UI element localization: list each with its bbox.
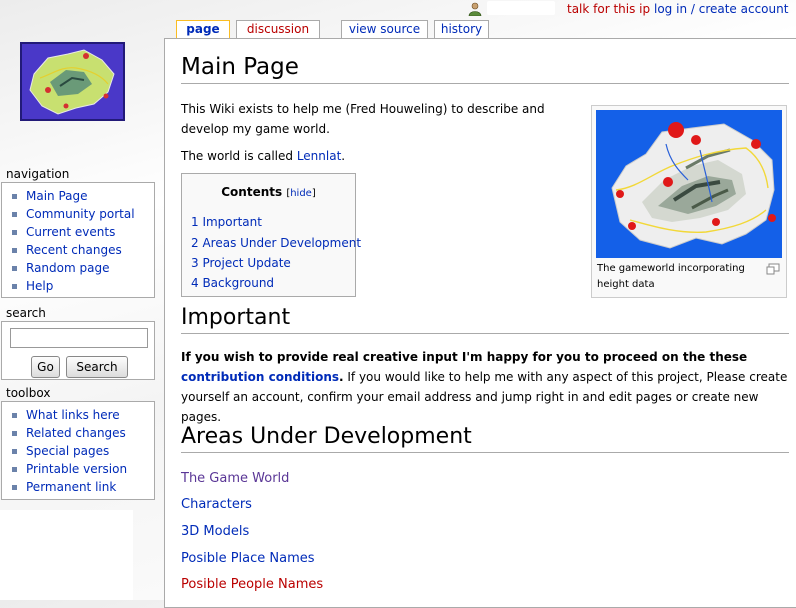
bullet-icon — [12, 485, 17, 490]
lennlat-link[interactable]: Lennlat — [297, 149, 341, 163]
link-posible-people-names[interactable]: Posible People Names — [181, 577, 323, 592]
nav-item-community-portal[interactable]: Community portal — [12, 206, 154, 224]
login-create-account-link[interactable]: log in / create account — [654, 2, 788, 16]
link-the-game-world[interactable]: The Game World — [181, 471, 289, 486]
toolbox-item-permanent-link[interactable]: Permanent link — [12, 479, 154, 497]
sidebar-blank-area — [0, 510, 133, 600]
go-button[interactable]: Go — [31, 356, 60, 378]
nav-link[interactable]: Recent changes — [26, 243, 122, 257]
intro-line-1: This Wiki exists to help me (Fred Houwel… — [181, 102, 545, 116]
bullet-icon — [12, 248, 17, 253]
link-characters[interactable]: Characters — [181, 497, 252, 512]
tab-page[interactable]: page — [176, 20, 230, 40]
tab-page-label[interactable]: page — [186, 22, 219, 36]
world-paragraph: The world is called Lennlat. — [181, 146, 581, 166]
tab-history[interactable]: history — [434, 20, 489, 39]
world-prefix: The world is called — [181, 149, 297, 163]
heading-important: Important — [181, 303, 789, 334]
talk-for-this-ip-link[interactable]: talk for this ip — [567, 2, 650, 16]
bullet-icon — [12, 230, 17, 235]
toolbox-link[interactable]: Permanent link — [26, 480, 116, 494]
intro-paragraph: This Wiki exists to help me (Fred Houwel… — [181, 99, 581, 139]
thumbnail-box: The gameworld incorporating height data — [591, 105, 787, 298]
table-of-contents: Contents [hide] 1 Important 2 Areas Unde… — [181, 173, 361, 297]
bullet-icon — [12, 284, 17, 289]
toc-item-areas-under-development[interactable]: 2 Areas Under Development — [191, 236, 361, 250]
nav-item-current-events[interactable]: Current events — [12, 224, 154, 242]
world-suffix: . — [341, 149, 346, 163]
toc-item-project-update[interactable]: 3 Project Update — [191, 256, 291, 270]
toc-hide-close: ] — [311, 188, 316, 199]
navigation-title: navigation — [6, 167, 70, 181]
tab-history-label[interactable]: history — [441, 22, 482, 36]
toc-item-background[interactable]: 4 Background — [191, 276, 274, 290]
user-ip-field[interactable] — [487, 1, 555, 15]
nav-link[interactable]: Current events — [26, 225, 115, 239]
important-paragraph: If you wish to provide real creative inp… — [181, 347, 789, 427]
personal-toolbar: talk for this ip log in / create account — [460, 0, 796, 18]
page-title: Main Page — [181, 51, 789, 84]
search-portlet: Go Search — [1, 321, 155, 380]
toolbox-portlet: What links here Related changes Special … — [1, 401, 155, 500]
nav-item-recent-changes[interactable]: Recent changes — [12, 242, 154, 260]
nav-item-random-page[interactable]: Random page — [12, 260, 154, 278]
contribution-conditions-link[interactable]: contribution conditions — [181, 370, 339, 384]
nav-link[interactable]: Random page — [26, 261, 109, 275]
link-posible-place-names[interactable]: Posible Place Names — [181, 551, 315, 566]
toc-hide-link[interactable]: hide — [290, 188, 312, 199]
toc-header: Contents [hide] — [182, 185, 355, 199]
toolbox-title: toolbox — [6, 386, 51, 400]
tab-discussion[interactable]: discussion — [236, 20, 320, 39]
gameworld-map-image[interactable] — [596, 110, 782, 258]
toolbox-item-special-pages[interactable]: Special pages — [12, 443, 154, 461]
thumbnail-caption: The gameworld incorporating height data — [597, 263, 745, 290]
nav-item-help[interactable]: Help — [12, 278, 154, 296]
nav-item-main-page[interactable]: Main Page — [12, 188, 154, 206]
search-title: search — [6, 306, 46, 320]
nav-link[interactable]: Help — [26, 279, 53, 293]
user-icon — [468, 2, 482, 16]
nav-link[interactable]: Community portal — [26, 207, 135, 221]
bullet-icon — [12, 266, 17, 271]
important-bold-text: If you wish to provide real creative inp… — [181, 350, 748, 364]
tab-discussion-label[interactable]: discussion — [247, 22, 309, 36]
link-3d-models[interactable]: 3D Models — [181, 524, 249, 539]
bullet-icon — [12, 449, 17, 454]
navigation-portlet: Main Page Community portal Current event… — [1, 182, 155, 298]
content-area: Main Page This Wiki exists to help me (F… — [164, 38, 796, 608]
search-button[interactable]: Search — [66, 356, 128, 378]
magnify-icon[interactable] — [766, 263, 780, 275]
toc-title: Contents — [221, 185, 283, 199]
nav-link[interactable]: Main Page — [26, 189, 88, 203]
toolbox-item-related-changes[interactable]: Related changes — [12, 425, 154, 443]
toolbox-link[interactable]: Printable version — [26, 462, 127, 476]
intro-line-2: develop my game world. — [181, 122, 330, 136]
toolbox-link[interactable]: What links here — [26, 408, 120, 422]
bullet-icon — [12, 431, 17, 436]
site-logo-map — [29, 49, 115, 115]
bullet-icon — [12, 467, 17, 472]
tab-view-source-label[interactable]: view source — [349, 22, 420, 36]
bullet-icon — [12, 413, 17, 418]
toolbox-link[interactable]: Related changes — [26, 426, 126, 440]
toolbox-link[interactable]: Special pages — [26, 444, 109, 458]
site-logo[interactable] — [20, 42, 125, 121]
toc-item-important[interactable]: 1 Important — [191, 215, 262, 229]
gameworld-map — [611, 122, 776, 249]
search-input[interactable] — [10, 328, 148, 348]
toolbox-item-printable-version[interactable]: Printable version — [12, 461, 154, 479]
tab-view-source[interactable]: view source — [341, 20, 428, 39]
heading-areas-under-development: Areas Under Development — [181, 422, 789, 453]
toolbox-item-what-links-here[interactable]: What links here — [12, 407, 154, 425]
bullet-icon — [12, 212, 17, 217]
bullet-icon — [12, 194, 17, 199]
toc-hide-wrapper: [hide] — [286, 188, 315, 199]
